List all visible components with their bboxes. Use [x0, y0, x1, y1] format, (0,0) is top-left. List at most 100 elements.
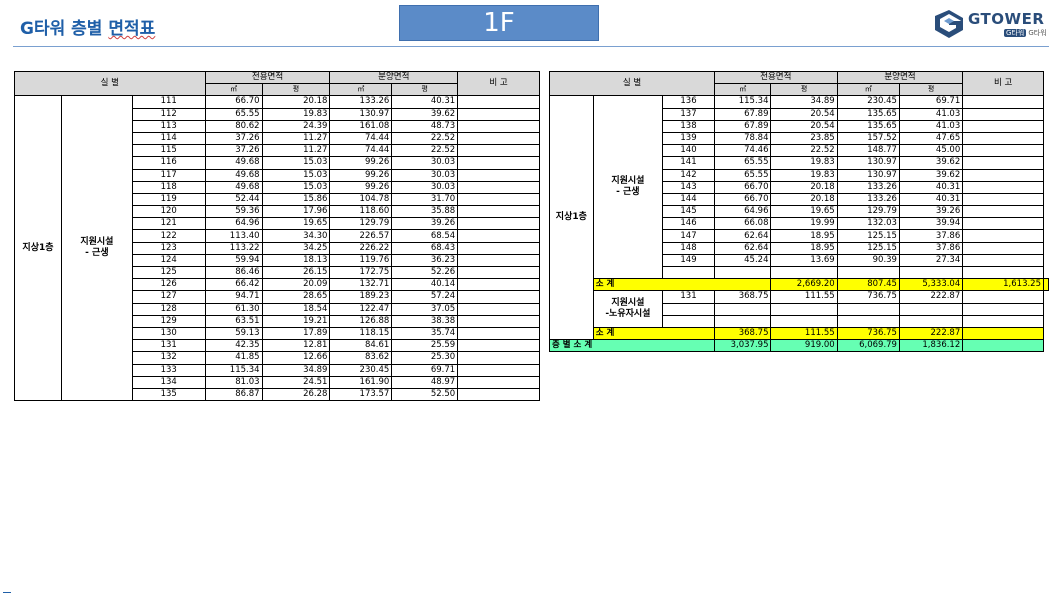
- note-cell: [457, 192, 540, 207]
- exclusive-pyeong-cell: 18.13: [261, 253, 331, 268]
- exclusive-pyeong-cell: 34.89: [770, 95, 838, 109]
- subtotal-label: 소 계: [592, 326, 715, 341]
- sale-pyeong-cell: 40.31: [898, 192, 964, 207]
- sale-pyeong-cell: 37.86: [898, 241, 964, 255]
- room-number-cell: 118: [131, 180, 206, 194]
- sale-sqm-cell: 230.45: [329, 363, 393, 377]
- sale-sqm-cell: 74.44: [329, 131, 393, 146]
- gtower-logo-icon: [935, 10, 963, 38]
- exclusive-pyeong-cell: 34.25: [261, 241, 331, 255]
- header-pyeong: 평: [770, 83, 838, 97]
- sale-pyeong-cell: 68.54: [391, 229, 459, 243]
- exclusive-sqm-cell: 65.55: [204, 107, 263, 121]
- header-room: 실 별: [549, 70, 715, 97]
- room-number-cell: 144: [662, 192, 715, 207]
- note-cell: [457, 265, 540, 280]
- sale-pyeong-cell: 30.03: [391, 180, 459, 194]
- exclusive-sqm-cell: 67.89: [713, 107, 772, 121]
- header-sqm: ㎡: [713, 83, 772, 97]
- exclusive-pyeong-cell: 20.09: [261, 278, 331, 292]
- header-sqm: ㎡: [204, 83, 263, 97]
- sale-pyeong-cell: 39.62: [898, 156, 964, 170]
- exclusive-sqm-cell: 66.42: [204, 278, 263, 292]
- sale-sqm-cell: 84.61: [329, 339, 393, 353]
- sale-pyeong-cell: 52.26: [391, 265, 459, 280]
- exclusive-pyeong-cell: 20.18: [770, 192, 838, 207]
- floor-total-value: 3,037.95: [713, 339, 772, 353]
- table-row: 지상1층 지원시설 - 근생 136 115.34 34.89 230.45 69.71: [549, 95, 1049, 341]
- exclusive-pyeong-cell: 17.96: [261, 205, 331, 219]
- table-row: 지원시설 -노유자시설 131 368.75 111.55 736.75 222.87: [550, 290, 1049, 328]
- exclusive-sqm-cell: 59.94: [204, 253, 263, 268]
- exclusive-sqm-cell: 65.55: [713, 168, 772, 182]
- exclusive-sqm-cell: 59.13: [204, 326, 263, 341]
- note-cell: [457, 339, 540, 353]
- room-number-cell: 120: [131, 205, 206, 219]
- use-label-cell: 지원시설 - 근생: [60, 95, 133, 402]
- sale-sqm-cell: 125.15: [836, 229, 900, 243]
- use-label-cell: 지원시설 -노유자시설: [592, 290, 664, 328]
- note-cell: [457, 95, 540, 109]
- empty-cell: [962, 265, 1044, 280]
- right-area-table: 실 별 전용면적 분양면적 비 고 ㎡ 평 ㎡ 평 지상1층 지원시설 - 근생 13…: [549, 70, 1049, 353]
- note-cell: [962, 339, 1044, 353]
- exclusive-sqm-cell: 65.55: [713, 156, 772, 170]
- sale-sqm-cell: 74.44: [329, 144, 393, 158]
- sale-sqm-cell: 161.90: [329, 375, 393, 389]
- sale-pyeong-cell: 48.73: [391, 119, 459, 133]
- note-cell: [457, 326, 540, 341]
- sale-sqm-cell: 118.60: [329, 205, 393, 219]
- note-cell: [457, 253, 540, 268]
- exclusive-sqm-cell: 80.62: [204, 119, 263, 133]
- exclusive-pyeong-cell: 19.21: [261, 314, 331, 328]
- header-note: 비 고: [457, 70, 540, 97]
- empty-cell: [898, 302, 964, 316]
- subtotal-value: 5,333.04: [898, 278, 964, 292]
- header-pyeong: 평: [261, 83, 331, 97]
- exclusive-sqm-cell: 66.70: [713, 192, 772, 207]
- header-sqm: ㎡: [329, 83, 393, 97]
- exclusive-pyeong-cell: 15.03: [261, 168, 331, 182]
- sale-pyeong-cell: 25.59: [391, 339, 459, 353]
- empty-cell: [836, 314, 900, 328]
- room-number-cell: 139: [662, 131, 715, 146]
- sale-pyeong-cell: 45.00: [898, 144, 964, 158]
- note-cell: [962, 217, 1044, 231]
- exclusive-sqm-cell: 52.44: [204, 192, 263, 207]
- floor-label-box: 1F: [399, 5, 599, 41]
- exclusive-pyeong-cell: 18.95: [770, 241, 838, 255]
- empty-cell: [713, 302, 772, 316]
- header-sale-area: 분양면적: [836, 70, 964, 85]
- sale-pyeong-cell: 35.88: [391, 205, 459, 219]
- exclusive-sqm-cell: 37.26: [204, 144, 263, 158]
- header-pyeong: 평: [898, 83, 964, 97]
- subtotal-row: 소 계 2,669.20 807.45 5,333.04 1,613.25: [550, 278, 1049, 292]
- note-cell: [962, 192, 1044, 207]
- exclusive-pyeong-cell: 22.52: [770, 144, 838, 158]
- exclusive-sqm-cell: 63.51: [204, 314, 263, 328]
- floor-label-cell: 지상1층: [549, 95, 594, 341]
- room-number-cell: 131: [131, 339, 206, 353]
- room-number-cell: 114: [131, 131, 206, 146]
- room-number-cell: 128: [131, 302, 206, 316]
- room-number-cell: 111: [131, 95, 206, 109]
- exclusive-sqm-cell: 115.34: [204, 363, 263, 377]
- subtotal-label: 소 계: [592, 278, 772, 292]
- sale-sqm-cell: 226.57: [329, 229, 393, 243]
- exclusive-pyeong-cell: 20.54: [770, 119, 838, 133]
- exclusive-pyeong-cell: 11.27: [261, 131, 331, 146]
- exclusive-pyeong-cell: 11.27: [261, 144, 331, 158]
- sale-pyeong-cell: 30.03: [391, 156, 459, 170]
- empty-cell: [898, 314, 964, 328]
- note-cell: [457, 217, 540, 231]
- exclusive-pyeong-cell: 111.55: [770, 290, 838, 304]
- exclusive-sqm-cell: 41.85: [204, 351, 263, 365]
- floor-total-label: 층 별 소 계: [549, 339, 715, 353]
- room-number-cell: 132: [131, 351, 206, 365]
- empty-cell: [962, 302, 1044, 316]
- exclusive-pyeong-cell: 24.51: [261, 375, 331, 389]
- logo-text: GTOWER: [968, 10, 1045, 28]
- subtotal-row: 소 계 368.75 111.55 736.75 222.87: [550, 326, 1049, 341]
- room-number-cell: 134: [131, 375, 206, 389]
- note-cell: [962, 131, 1044, 146]
